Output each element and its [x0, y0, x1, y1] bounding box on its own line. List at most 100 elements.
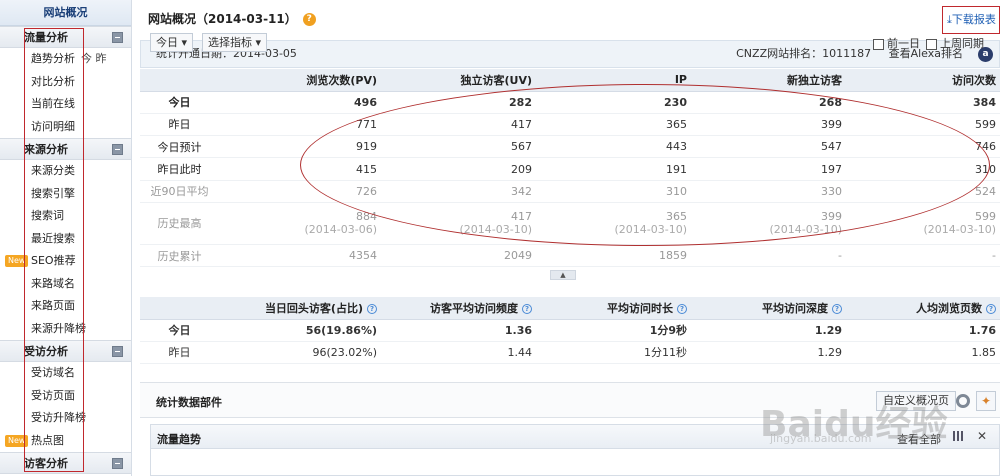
cell: 96(23.02%) — [223, 341, 381, 364]
cnzz-rank: CNZZ网站排名：1011187 — [736, 47, 872, 60]
question-icon[interactable]: ? — [677, 303, 687, 314]
cell-date: (2014-03-10) — [614, 223, 687, 237]
cell: 342 — [381, 180, 536, 203]
column-header — [140, 297, 223, 320]
cell: 1分11秒 — [536, 341, 691, 364]
header-label: 平均访问时长 — [607, 301, 673, 315]
question-icon[interactable]: ? — [522, 303, 532, 314]
cell: 726 — [223, 180, 381, 203]
annotation-box — [24, 28, 84, 472]
cell: 399 — [691, 113, 846, 137]
today-yesterday-links[interactable]: 今 昨 — [81, 52, 107, 65]
checkbox-label: 上周同期 — [940, 37, 984, 50]
help-icon[interactable]: ? — [302, 13, 316, 26]
column-header: 平均访问深度? — [691, 297, 846, 320]
row-label: 昨日 — [140, 113, 223, 137]
header-label: 人均浏览页数 — [916, 301, 982, 315]
checkbox-box[interactable] — [873, 38, 884, 50]
cell-value: 417 — [511, 210, 532, 224]
dropdown-value: 今日 — [156, 36, 178, 49]
cell: 56(19.86%) — [223, 319, 381, 342]
cell: 496 — [223, 91, 381, 114]
collapse-icon[interactable] — [112, 144, 123, 155]
download-report-button[interactable]: ⤓下载报表 — [942, 6, 1000, 34]
header-label: 当日回头访客(占比) — [264, 301, 363, 315]
column-header: 当日回头访客(占比)? — [223, 297, 381, 320]
row-label: 昨日此时 — [140, 157, 223, 181]
table-header-row: 浏览次数(PV) 独立访客(UV) IP 新独立访客 访问次数 — [140, 69, 1000, 92]
cell: 524 — [846, 180, 1000, 203]
cell-value: 599 — [975, 210, 996, 224]
column-header: 浏览次数(PV) — [223, 69, 381, 92]
table-row-history-high: 历史最高 884 (2014-03-06) 417 (2014-03-10) 365… — [140, 202, 1000, 245]
cell: 1.76 — [846, 319, 1000, 342]
cell: 599 — [846, 113, 1000, 137]
row-label: 今日 — [140, 91, 223, 114]
widgets-title: 统计数据部件 — [156, 396, 222, 409]
collapse-icon[interactable] — [112, 32, 123, 43]
overview-table: 浏览次数(PV) 独立访客(UV) IP 新独立访客 访问次数 今日 496 2… — [140, 69, 1000, 268]
column-header: 访客平均访问频度? — [381, 297, 536, 320]
watermark-url: jingyan.baidu.com — [770, 432, 872, 445]
cell: 1.85 — [846, 341, 1000, 364]
cell: 365 (2014-03-10) — [536, 202, 691, 245]
cell: 599 (2014-03-10) — [846, 202, 1000, 245]
table-row: 今日 496 282 230 268 384 — [140, 91, 1000, 114]
column-header: 平均访问时长? — [536, 297, 691, 320]
collapse-icon[interactable] — [112, 458, 123, 469]
cell: 567 — [381, 135, 536, 159]
row-label: 近90日平均 — [140, 180, 223, 203]
question-icon[interactable]: ? — [367, 303, 377, 314]
cell: 1.44 — [381, 341, 536, 364]
cell-date: (2014-03-10) — [769, 223, 842, 237]
cell-value: 365 — [666, 210, 687, 224]
info-bar: 统计开通日期：2014-03-05 CNZZ网站排名：1011187 查看Ale… — [140, 40, 1000, 68]
prev-day-checkbox[interactable]: 前一日 — [873, 35, 920, 51]
last-week-checkbox[interactable]: 上周同期 — [926, 35, 984, 51]
sidebar-title[interactable]: 网站概况 — [0, 0, 131, 26]
table-row: 近90日平均 726 342 310 330 524 — [140, 180, 1000, 203]
cell-value: 399 — [821, 210, 842, 224]
cell: 2049 — [381, 244, 536, 268]
cell-value: 884 — [356, 210, 377, 224]
cell: 191 — [536, 157, 691, 181]
collapse-up-icon[interactable]: ▲ — [550, 270, 576, 280]
cell: 771 — [223, 113, 381, 137]
header-label: 平均访问深度 — [762, 301, 828, 315]
cell: - — [846, 244, 1000, 268]
cell: 417 — [381, 113, 536, 137]
cell: 365 — [536, 113, 691, 137]
cell: 919 — [223, 135, 381, 159]
question-icon[interactable]: ? — [986, 303, 996, 314]
cell-date: (2014-03-06) — [304, 223, 377, 237]
grid-icon[interactable] — [953, 431, 963, 441]
page-header: 网站概况（2014-03-11）? ⤓下载报表 — [140, 0, 1000, 36]
cell: 1.29 — [691, 319, 846, 342]
cell: 547 — [691, 135, 846, 159]
metric-dropdown[interactable]: 选择指标 ▾ — [202, 33, 268, 52]
checkbox-box[interactable] — [926, 38, 937, 50]
close-icon[interactable]: ✕ — [977, 429, 987, 443]
download-label: 下载报表 — [951, 13, 996, 26]
column-header: 访问次数 — [846, 69, 1000, 92]
question-icon[interactable]: ? — [832, 303, 842, 314]
row-label: 今日 — [140, 319, 223, 342]
table-row-history-total: 历史累计 4354 2049 1859 - - — [140, 244, 1000, 268]
table-row: 昨日此时 415 209 191 197 310 — [140, 157, 1000, 181]
cell: 399 (2014-03-10) — [691, 202, 846, 245]
column-header: IP — [536, 69, 691, 92]
pin-icon[interactable]: ✦ — [976, 391, 996, 411]
cell: 415 — [223, 157, 381, 181]
cell: 310 — [536, 180, 691, 203]
period-dropdown[interactable]: 今日 ▾ — [150, 33, 194, 52]
cell-date: (2014-03-10) — [923, 223, 996, 237]
column-header: 新独立访客 — [691, 69, 846, 92]
page-title-text: 网站概况（2014-03-11） — [148, 12, 297, 26]
cell: 1分9秒 — [536, 319, 691, 342]
cell: 746 — [846, 135, 1000, 159]
row-label: 历史累计 — [140, 244, 223, 268]
collapse-icon[interactable] — [112, 346, 123, 357]
collapse-bar: ▲ — [140, 270, 1000, 280]
cell: 209 — [381, 157, 536, 181]
gear-icon[interactable] — [956, 394, 970, 408]
